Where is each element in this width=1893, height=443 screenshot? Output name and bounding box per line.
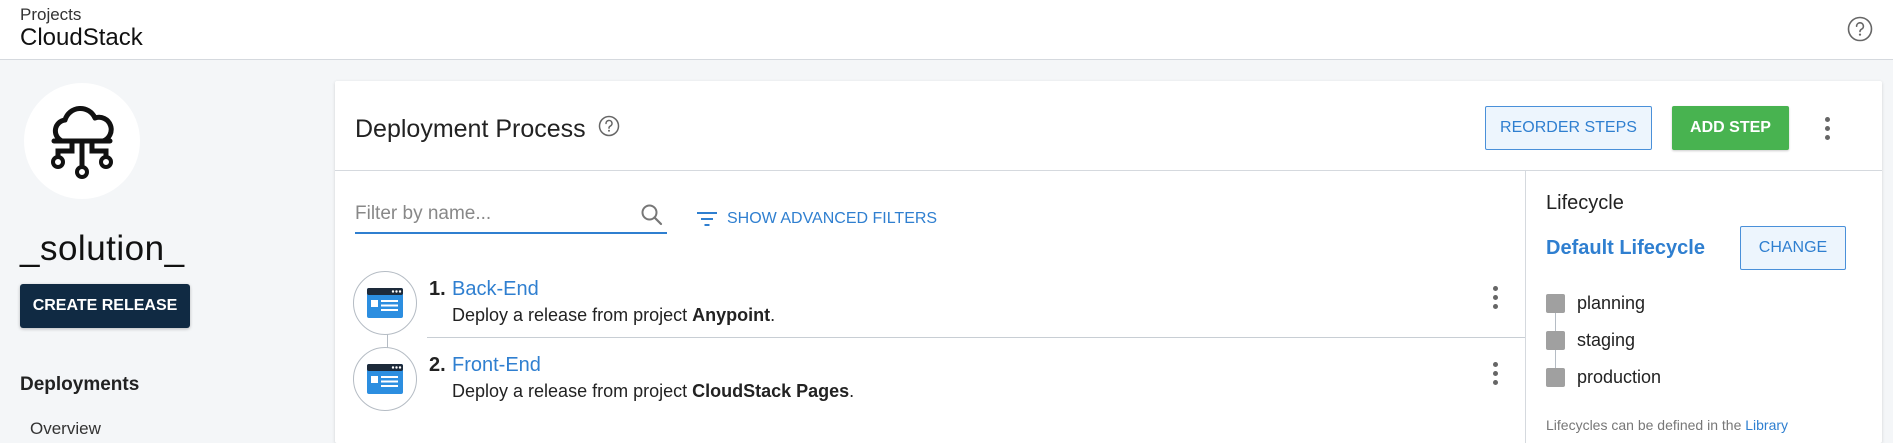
project-name: _solution_ — [20, 229, 185, 268]
step-project-name: Anypoint — [692, 305, 771, 325]
step-divider — [427, 337, 1525, 338]
change-lifecycle-button[interactable]: CHANGE — [1740, 226, 1846, 270]
lifecycle-note: Lifecycles can be defined in the Library — [1546, 417, 1789, 433]
reorder-steps-button[interactable]: REORDER STEPS — [1485, 106, 1652, 150]
phase-label: staging — [1577, 329, 1636, 350]
phase-label: planning — [1577, 292, 1646, 313]
step-name-link[interactable]: Front-End — [452, 354, 541, 377]
phase-marker — [1546, 330, 1565, 350]
deploy-release-icon — [367, 288, 403, 318]
lifecycle-heading: Lifecycle — [1546, 192, 1624, 214]
lifecycle-phase: planning — [1546, 292, 1645, 314]
step-more-options-icon[interactable] — [1483, 282, 1507, 312]
card-title: Deployment Process — [355, 115, 586, 143]
question-circle-icon[interactable] — [597, 114, 621, 138]
step-icon-circle — [353, 271, 417, 335]
more-options-icon[interactable] — [1815, 113, 1839, 143]
step-item[interactable]: 2. Front-End Deploy a release from proje… — [335, 344, 1525, 416]
add-step-button[interactable]: ADD STEP — [1672, 106, 1789, 150]
card-header: Deployment Process REORDER STEPS ADD STE… — [335, 81, 1882, 171]
top-header: Projects CloudStack — [0, 0, 1893, 60]
question-circle-icon[interactable] — [1847, 16, 1873, 42]
deploy-release-icon — [367, 364, 403, 394]
search-icon — [641, 204, 663, 226]
phase-label: production — [1577, 366, 1662, 387]
filter-input[interactable] — [355, 196, 625, 232]
sidebar: _solution_ CREATE RELEASE Deployments Ov… — [0, 61, 335, 443]
lifecycle-panel: Lifecycle Default Lifecycle CHANGE plann… — [1525, 171, 1882, 443]
phase-marker — [1546, 367, 1565, 387]
sidebar-heading-deployments: Deployments — [20, 374, 140, 395]
breadcrumb-projects[interactable]: Projects — [20, 5, 81, 25]
step-item[interactable]: 1. Back-End Deploy a release from projec… — [335, 268, 1525, 340]
lifecycle-phase: staging — [1546, 329, 1635, 351]
show-advanced-filters-link[interactable]: SHOW ADVANCED FILTERS — [695, 205, 937, 233]
step-icon-circle — [353, 347, 417, 411]
step-project-name: CloudStack Pages — [692, 381, 850, 401]
step-number: 1. — [429, 278, 446, 300]
project-logo — [24, 83, 140, 199]
deployment-process-card: Deployment Process REORDER STEPS ADD STE… — [335, 81, 1882, 443]
lifecycle-phase: production — [1546, 366, 1661, 388]
library-link[interactable]: Library — [1745, 417, 1788, 433]
filter-list-icon — [697, 212, 717, 226]
phase-marker — [1546, 293, 1565, 313]
step-name-link[interactable]: Back-End — [452, 278, 539, 301]
lifecycle-name-link[interactable]: Default Lifecycle — [1546, 237, 1705, 260]
create-release-button[interactable]: CREATE RELEASE — [20, 284, 190, 328]
step-more-options-icon[interactable] — [1483, 358, 1507, 388]
filter-field — [355, 196, 667, 234]
step-number: 2. — [429, 354, 446, 376]
sidebar-item-overview[interactable]: Overview — [30, 419, 101, 439]
step-description: Deploy a release from project CloudStack… — [452, 381, 855, 401]
advanced-filters-label: SHOW ADVANCED FILTERS — [727, 210, 938, 227]
page-title: CloudStack — [20, 24, 143, 51]
step-description: Deploy a release from project Anypoint. — [452, 305, 776, 325]
cloud-network-icon — [51, 106, 114, 179]
